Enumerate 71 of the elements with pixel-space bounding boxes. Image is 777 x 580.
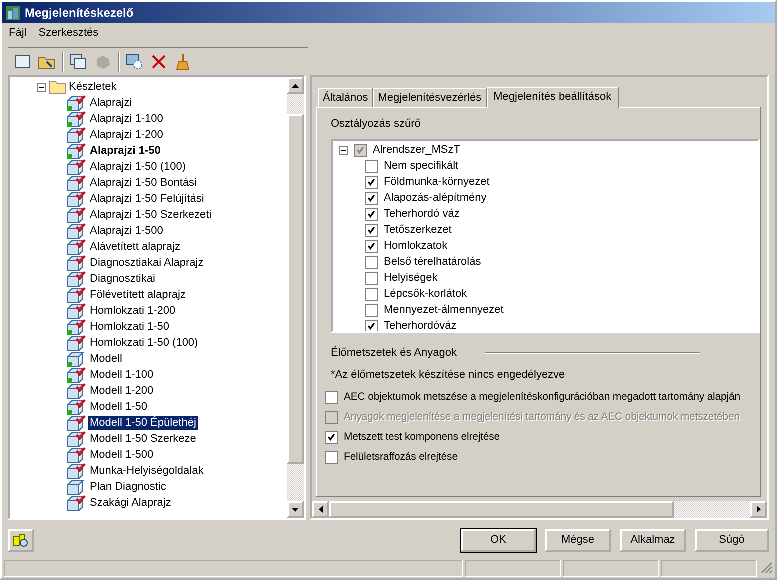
collapse-toggle-icon[interactable] <box>37 82 46 92</box>
tree-item[interactable]: Szakági Alaprajz <box>88 496 174 510</box>
tree-item[interactable]: Modell 1-500 <box>88 448 156 462</box>
binoculars-icon <box>13 532 29 548</box>
group-label: Osztályozás szűrő <box>331 117 422 132</box>
option-label: Metszett test komponens elrejtése <box>344 430 500 445</box>
tree-item[interactable]: Munka-Helyiségoldalak <box>88 464 206 478</box>
dialog-button[interactable]: Alkalmaz <box>620 528 686 552</box>
option-label: Anyagok megjelenítése a megjelenítési tartomány és az AEC objektumok metszetében <box>344 410 740 425</box>
tab[interactable]: Általános <box>318 88 374 107</box>
tree-item[interactable]: Alaprajzi 1-50 <box>88 144 163 158</box>
dialog-button[interactable]: OK <box>461 528 536 552</box>
tree-item[interactable]: Fölévetített alaprajz <box>88 288 188 302</box>
option-label: Felületsraffozás elrejtése <box>344 450 458 465</box>
checkbox[interactable] <box>325 431 338 444</box>
tree-item[interactable]: Alaprajzi 1-50 (100) <box>88 160 188 174</box>
tree-item[interactable]: Modell 1-100 <box>88 368 156 382</box>
find-button[interactable] <box>8 528 34 552</box>
checkmark-icon <box>366 225 377 236</box>
checkmark-icon <box>366 241 377 252</box>
scroll-right-icon <box>756 506 760 513</box>
tab[interactable]: Megjelenítésvezérlés <box>373 88 487 107</box>
folder-icon <box>49 79 67 95</box>
tree-item[interactable]: Alaprajzi 1-500 <box>88 224 166 238</box>
horizontal-scrollbar[interactable] <box>312 501 767 518</box>
dialog-button[interactable]: Mégse <box>545 528 611 552</box>
resize-grip-icon <box>759 560 773 574</box>
tree-item[interactable]: Homlokzati 1-50 (100) <box>88 336 200 350</box>
broom-icon[interactable] <box>174 52 192 70</box>
scroll-left-icon <box>318 506 322 513</box>
checkbox[interactable] <box>325 451 338 464</box>
tree-item[interactable]: Alávetített alaprajz <box>88 240 182 254</box>
tree-item[interactable]: Modell 1-50 <box>88 400 150 414</box>
vertical-scrollbar[interactable] <box>287 77 304 518</box>
checkmark-icon <box>366 193 377 204</box>
tree-item[interactable]: Alaprajzi 1-50 Felújítási <box>88 192 206 206</box>
tree-item[interactable]: Modell 1-200 <box>88 384 156 398</box>
tab[interactable]: Megjelenítés beállítások <box>486 87 619 108</box>
tree-item[interactable]: Diagnosztiakai Alaprajz <box>88 256 206 270</box>
scroll-down-icon <box>292 508 299 512</box>
tree-item[interactable]: Plan Diagnostic <box>88 480 168 494</box>
checkmark-icon <box>366 177 377 188</box>
tree-item[interactable]: Homlokzati 1-50 <box>88 320 172 334</box>
tree-item[interactable]: Alaprajzi 1-50 Szerkezeti <box>88 208 214 222</box>
tree-item[interactable]: Modell 1-50 Szerkeze <box>88 432 198 446</box>
tree-item[interactable]: Homlokzati 1-200 <box>88 304 178 318</box>
checkbox[interactable] <box>325 391 338 404</box>
menu-item[interactable]: Szerkesztés <box>38 24 99 42</box>
menu-item[interactable]: Fájl <box>9 24 27 42</box>
section-title: Élőmetszetek és Anyagok <box>331 346 457 360</box>
delete-icon[interactable] <box>150 52 168 70</box>
checkmark-icon <box>366 321 377 330</box>
tree-item[interactable]: Alaprajzi <box>88 96 134 110</box>
window-gear-icon[interactable] <box>126 52 144 70</box>
tree-item[interactable]: Diagnosztikai <box>88 272 158 286</box>
option-label: AEC objektumok metszése a megjelenítéskonfigurációban megadott tartomány alapján <box>344 390 740 405</box>
copy-icon[interactable] <box>70 52 88 70</box>
dialog-button[interactable]: Súgó <box>695 528 769 552</box>
tree-item[interactable]: Modell <box>88 352 124 366</box>
tree-item[interactable]: Készletek <box>67 80 119 94</box>
window-title: Megjelenítéskezelő <box>25 4 134 22</box>
scroll-up-icon <box>292 84 299 88</box>
tree-item[interactable]: Modell 1-50 Épülethéj <box>88 416 198 430</box>
tree-item[interactable]: Alaprajzi 1-200 <box>88 128 166 142</box>
app-icon <box>5 4 21 20</box>
note-text: *Az élőmetszetek készítése nincs engedélyezve <box>331 368 566 383</box>
tree-item[interactable]: Alaprajzi 1-50 Bontási <box>88 176 200 190</box>
checkmark-icon <box>326 432 337 443</box>
checkmark-icon <box>366 209 377 220</box>
page-icon[interactable] <box>14 52 32 70</box>
tree-item[interactable]: Alaprajzi 1-100 <box>88 112 166 126</box>
